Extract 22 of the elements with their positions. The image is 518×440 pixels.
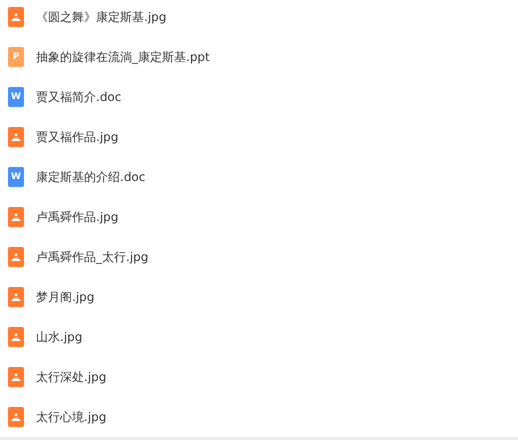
image-file-icon: [8, 127, 24, 147]
slides-file-icon: P: [8, 47, 24, 67]
document-file-icon: W: [8, 167, 24, 187]
image-file-icon: [8, 287, 24, 307]
image-file-icon: [8, 7, 24, 27]
image-file-icon: [8, 327, 24, 347]
file-name[interactable]: 《圆之舞》康定斯基.jpg: [36, 8, 166, 26]
file-name[interactable]: 梦月阁.jpg: [36, 288, 94, 306]
image-file-icon: [8, 247, 24, 267]
file-name[interactable]: 太行心境.jpg: [36, 408, 106, 426]
file-name[interactable]: 山水.jpg: [36, 328, 82, 346]
document-file-icon: W: [8, 87, 24, 107]
file-name[interactable]: 康定斯基的介绍.doc: [36, 168, 146, 186]
file-name[interactable]: 贾又福简介.doc: [36, 88, 122, 106]
file-name[interactable]: 卢禹舜作品.jpg: [36, 208, 118, 226]
file-name[interactable]: 卢禹舜作品_太行.jpg: [36, 248, 148, 266]
file-name[interactable]: 抽象的旋律在流淌_康定斯基.ppt: [36, 48, 210, 66]
image-file-icon: [8, 207, 24, 227]
image-file-icon: [8, 367, 24, 387]
file-name[interactable]: 太行深处.jpg: [36, 368, 106, 386]
file-name[interactable]: 贾又福作品.jpg: [36, 128, 118, 146]
image-file-icon: [8, 407, 24, 427]
